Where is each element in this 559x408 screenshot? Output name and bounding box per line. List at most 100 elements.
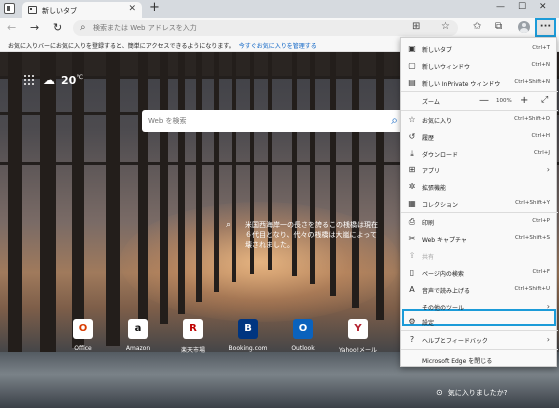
refresh-icon[interactable]: ↻: [53, 21, 62, 34]
menu-item-collections[interactable]: ▦ コレクション Ctrl+Shift+Y: [401, 196, 558, 213]
address-toolbar: ← → ↻ ⌕ ⊞ ☆ ✩ ⧉ ···: [0, 18, 559, 38]
menu-item-close-edge[interactable]: Microsoft Edge を閉じる: [401, 352, 558, 369]
menu-item-extensions[interactable]: ✲ 拡張機能: [401, 179, 558, 196]
menu-item-shortcut: Ctrl+Shift+O: [514, 116, 550, 122]
search-submit-icon[interactable]: ⌕: [391, 113, 398, 128]
image-info-icon[interactable]: ⌕: [226, 220, 231, 230]
forward-icon[interactable]: →: [30, 21, 39, 34]
menu-item-shortcut: Ctrl+Shift+Y: [515, 200, 550, 206]
menu-item-share[interactable]: ⇪ 共有: [401, 248, 558, 265]
menu-item-web-capture[interactable]: ✂ Web キャプチャ Ctrl+Shift+S: [401, 231, 558, 248]
zoom-in-button[interactable]: +: [520, 95, 528, 107]
new-tab-button[interactable]: +: [149, 1, 160, 15]
menu-item-history[interactable]: ↺ 履歴 Ctrl+H: [401, 129, 558, 146]
back-icon[interactable]: ←: [7, 21, 16, 34]
quick-link-tile[interactable]: a Amazon: [118, 319, 158, 359]
image-caption[interactable]: 米国西海岸一の長さを誇るこの桟橋は現在６代目となり、代々の桟橋は大嵐によって壊さ…: [245, 220, 380, 250]
minimize-icon[interactable]: —: [496, 2, 505, 12]
cloud-weather-icon[interactable]: ☁: [43, 73, 55, 87]
pier-column: [160, 52, 168, 324]
tab-new-tab[interactable]: 新しいタブ ✕: [22, 2, 142, 18]
fullscreen-icon[interactable]: ⤢: [541, 95, 548, 105]
read-aloud-icon: A: [409, 285, 415, 294]
tab-close-icon[interactable]: ✕: [128, 4, 136, 14]
menu-item-shortcut: Ctrl+N: [531, 62, 550, 68]
find-icon: ▯: [409, 268, 415, 277]
menu-item-read-aloud[interactable]: A 音声で読み上げる Ctrl+Shift+U: [401, 282, 558, 299]
web-search-box[interactable]: ⌕: [142, 110, 404, 132]
zoom-level: 100%: [496, 98, 512, 104]
menu-item-apps-menu[interactable]: ⊞ アプリ ›: [401, 162, 558, 179]
temperature[interactable]: 20℃: [61, 74, 83, 87]
tracking-icon[interactable]: ⊞: [412, 21, 420, 32]
favorites-icon[interactable]: ✩: [473, 21, 481, 33]
pier-column: [72, 52, 84, 348]
menu-item-print[interactable]: ⎙ 印刷 Ctrl+P: [401, 214, 558, 231]
app-launcher-icon[interactable]: [24, 75, 34, 85]
add-favorite-icon[interactable]: ☆: [441, 21, 450, 32]
pier-column: [232, 52, 236, 282]
settings-and-more-button[interactable]: ···: [535, 18, 556, 37]
chevron-right-icon: ›: [546, 335, 550, 344]
menu-item-shortcut: Ctrl+Shift+S: [515, 235, 550, 241]
menu-item-download[interactable]: ⤓ ダウンロード Ctrl+J: [401, 146, 558, 163]
new-window-icon: ▢: [408, 61, 416, 70]
pier-column: [138, 52, 148, 338]
quick-link-label: Booking.com: [228, 345, 268, 352]
menu-item-label: Web キャプチャ: [422, 237, 467, 244]
menu-item-label: 新しい InPrivate ウィンドウ: [422, 81, 501, 88]
menu-item-label: 共有: [422, 254, 435, 261]
quick-link-label: Yahoo!メール: [338, 347, 378, 354]
print-icon: ⎙: [408, 217, 416, 226]
collections-icon[interactable]: ⧉: [495, 21, 502, 33]
menu-item-shortcut: Ctrl+Shift+N: [514, 79, 550, 85]
yahoo-mail-icon: Y: [348, 319, 368, 339]
chevron-right-icon: ›: [546, 165, 550, 174]
pier-column: [106, 52, 120, 346]
window-close-icon[interactable]: ✕: [539, 2, 547, 12]
pier-column: [8, 52, 22, 352]
menu-item-label: アプリ: [422, 168, 441, 175]
menu-item-settings[interactable]: ⚙ 設定: [401, 314, 558, 331]
rakuten-icon: R: [183, 319, 203, 339]
menu-item-help[interactable]: ? ヘルプとフィードバック ›: [401, 332, 558, 349]
quick-link-label: Office: [74, 345, 92, 352]
manage-favorites-link[interactable]: 今すぐお気に入りを管理する: [239, 43, 317, 50]
maximize-icon[interactable]: ☐: [518, 2, 526, 12]
menu-item-favorites[interactable]: ☆ お気に入り Ctrl+Shift+O: [401, 112, 558, 129]
zoom-out-button[interactable]: —: [479, 95, 489, 107]
menu-item-label: 音声で読み上げる: [422, 288, 471, 295]
menu-item-label: お気に入り: [422, 118, 453, 125]
quick-link-tile[interactable]: Y Yahoo!メール: [338, 319, 378, 359]
menu-item-find[interactable]: ▯ ページ内の検索 Ctrl+F: [401, 265, 558, 282]
search-icon: ⌕: [80, 22, 86, 33]
quick-link-tile[interactable]: B Booking.com: [228, 319, 268, 359]
quick-link-tile[interactable]: R 楽天市場: [173, 319, 213, 359]
address-input[interactable]: [93, 21, 413, 35]
pier-column: [376, 52, 384, 320]
profile-avatar[interactable]: [518, 21, 530, 33]
feedback-prompt[interactable]: ⊙ 気に入りましたか?: [436, 388, 507, 398]
web-search-input[interactable]: [148, 114, 378, 128]
extensions-icon: ✲: [408, 182, 416, 191]
inprivate-icon: ▤: [408, 78, 416, 87]
menu-item-label: ページ内の検索: [422, 271, 464, 278]
quick-link-tile[interactable]: O Office: [63, 319, 103, 359]
pier-column: [178, 52, 185, 314]
booking-icon: B: [238, 319, 258, 339]
pier-column: [330, 52, 336, 296]
menu-item-shortcut: Ctrl+T: [532, 45, 550, 51]
menu-item-new-tab[interactable]: ▣ 新しいタブ Ctrl+T: [401, 41, 558, 58]
menu-item-label: 印刷: [422, 220, 435, 227]
menu-item-new-window[interactable]: ▢ 新しいウィンドウ Ctrl+N: [401, 58, 558, 75]
camera-icon: ⊙: [436, 388, 443, 397]
tab-title: 新しいタブ: [42, 7, 77, 15]
menu-item-label: コレクション: [422, 202, 459, 209]
menu-item-shortcut: Ctrl+F: [532, 269, 550, 275]
address-bar[interactable]: ⌕ ⊞ ☆: [73, 20, 458, 36]
tab-actions-icon[interactable]: [4, 3, 15, 14]
menu-item-inprivate[interactable]: ▤ 新しい InPrivate ウィンドウ Ctrl+Shift+N: [401, 75, 558, 92]
menu-item-zoom[interactable]: ズーム — 100% + ⤢: [401, 93, 558, 110]
quick-link-tile[interactable]: O Outlook: [283, 319, 323, 359]
download-icon: ⤓: [410, 149, 414, 158]
